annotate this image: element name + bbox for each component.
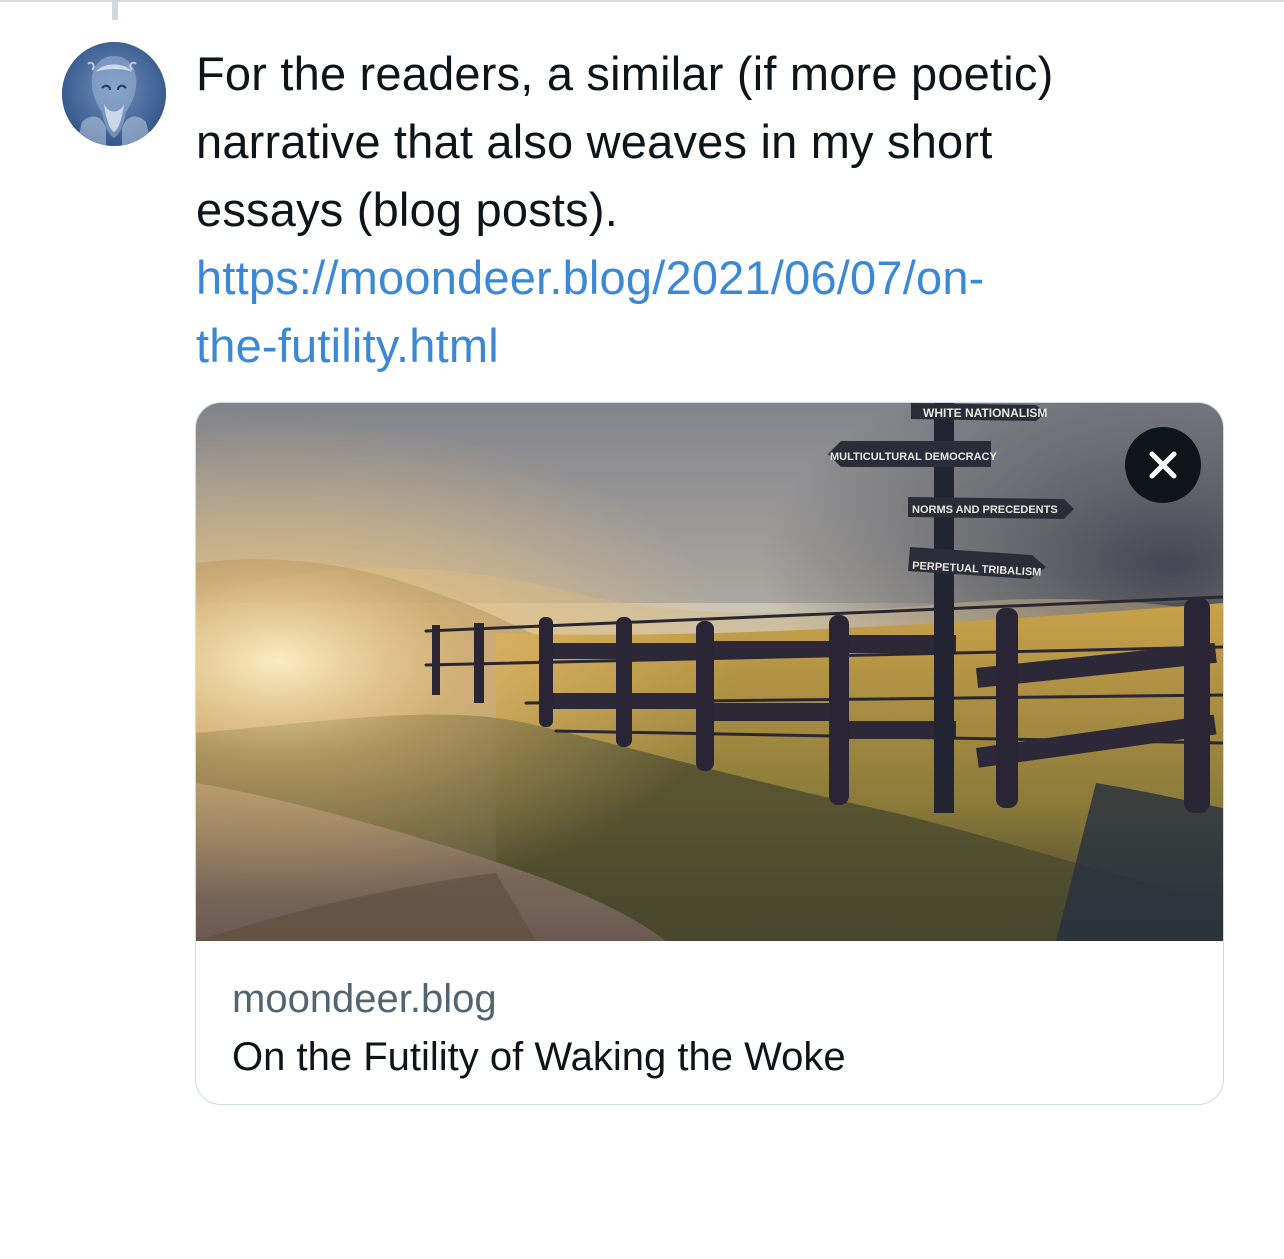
signpost-multicultural-democracy: MULTICULTURAL DEMOCRACY	[830, 451, 997, 463]
link-preview-title: On the Futility of Waking the Woke	[232, 1035, 846, 1079]
tweet-text-line: For the readers, a similar (if more poet…	[196, 47, 1054, 100]
tweet-body: For the readers, a similar (if more poet…	[196, 40, 1236, 380]
tweet-link-line[interactable]: https://moondeer.blog/2021/06/07/on-	[196, 244, 1236, 312]
tweet-view: For the readers, a similar (if more poet…	[0, 0, 1284, 1259]
link-preview-image[interactable]: WHITE NATIONALISM MULTICULTURAL DEMOCRAC…	[196, 403, 1223, 941]
tweet-text-line: essays (blog posts).	[196, 183, 618, 236]
signpost-white-nationalism: WHITE NATIONALISM	[923, 406, 1047, 420]
divider	[0, 0, 1284, 2]
avatar[interactable]	[62, 42, 166, 146]
close-icon[interactable]	[1125, 427, 1201, 503]
tweet-text-line: narrative that also weaves in my short	[196, 115, 993, 168]
signpost-norms-and-precedents: NORMS AND PRECEDENTS	[912, 504, 1058, 516]
link-preview-domain: moondeer.blog	[232, 977, 497, 1021]
avatar-image	[62, 42, 166, 146]
thread-connector-line	[112, 0, 118, 20]
tweet-link-line[interactable]: the-futility.html	[196, 312, 1236, 380]
link-preview-card[interactable]: WHITE NATIONALISM MULTICULTURAL DEMOCRAC…	[195, 402, 1224, 1105]
